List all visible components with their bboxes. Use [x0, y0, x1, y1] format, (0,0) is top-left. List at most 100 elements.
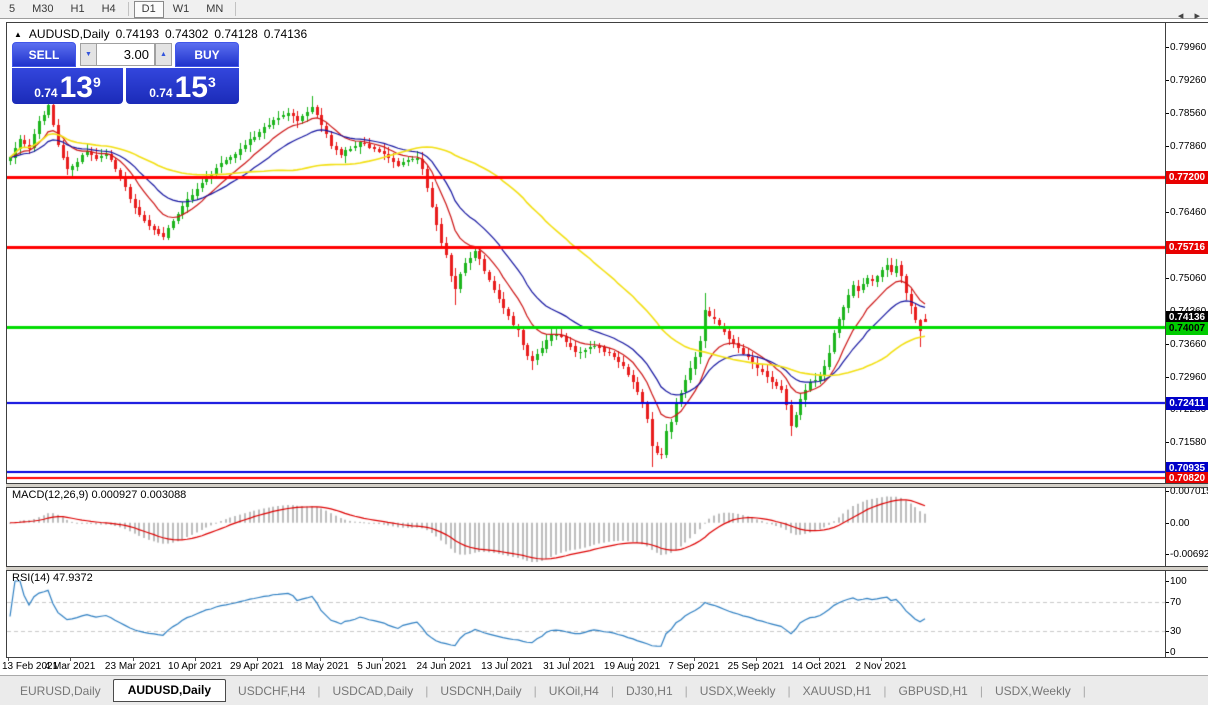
macd-name: MACD(12,26,9)	[12, 489, 89, 501]
sell-price-sup: 9	[92, 74, 101, 90]
buy-button[interactable]: BUY	[175, 42, 239, 67]
macd-tick: 0.00	[1170, 518, 1190, 529]
tab-scroll-arrows: ◂ ▸	[1170, 9, 1200, 22]
price-macd-splitter[interactable]	[6, 483, 1208, 488]
macd-tick-dash	[1166, 554, 1169, 555]
mt4-window: 5 M30 H1 H4 D1 W1 MN ▲ AUDUSD,Daily 0.74193 0.743…	[0, 0, 1208, 705]
date-label: 29 Apr 2021	[230, 661, 284, 672]
chart-symbol-label: AUDUSD,Daily	[28, 27, 110, 41]
chart-tab-dj30-h1[interactable]: DJ30,H1	[614, 681, 685, 701]
price-tick: 0.73660	[1170, 339, 1207, 350]
rsi-tick: 100	[1170, 576, 1187, 587]
price-tick-dash	[1166, 212, 1169, 213]
date-label: 25 Sep 2021	[727, 661, 785, 672]
rsi-tick: 70	[1170, 597, 1182, 608]
macd-tick-dash	[1166, 491, 1169, 492]
date-label: 18 May 2021	[291, 661, 349, 672]
buy-price-box[interactable]: 0.74 15 3	[126, 68, 239, 104]
date-label: 2 Nov 2021	[855, 661, 907, 672]
scroll-tabs-right-icon[interactable]: ▸	[1194, 10, 1200, 22]
date-axis: 13 Feb 2021 4 Mar 2021 23 Mar 2021 10 Apr 2…	[0, 658, 1208, 675]
date-label: 5 Jun 2021	[357, 661, 407, 672]
date-label: 19 Aug 2021	[603, 661, 661, 672]
ohlc-close: 0.74136	[263, 27, 308, 41]
collapse-arrow-icon[interactable]: ▲	[14, 30, 22, 39]
timeframe-button-h4[interactable]: H4	[94, 1, 124, 18]
chart-tab-gbpusd-h1[interactable]: GBPUSD,H1	[886, 681, 979, 701]
timeframe-button-h1[interactable]: H1	[63, 1, 93, 18]
price-tick: 0.76460	[1170, 207, 1207, 218]
volume-decrease-button[interactable]: ▼	[80, 43, 97, 66]
date-label: 23 Mar 2021	[104, 661, 162, 672]
macd-values: 0.000927 0.003088	[91, 489, 187, 501]
macd-tick: -0.006923	[1170, 549, 1208, 560]
date-label: 14 Oct 2021	[791, 661, 847, 672]
hline-badge-0.72411: 0.72411	[1166, 397, 1208, 410]
ohlc-high: 0.74302	[165, 27, 209, 41]
price-tick: 0.79260	[1170, 75, 1207, 86]
ohlc-low: 0.74128	[214, 27, 258, 41]
buy-price-sup: 3	[207, 74, 216, 90]
macd-tick-dash	[1166, 523, 1169, 524]
one-click-trade-panel: SELL ▼ ▲ BUY 0.74 13 9 0.74 15 3	[12, 42, 239, 104]
chart-tab-usdcad-daily[interactable]: USDCAD,Daily	[321, 681, 426, 701]
price-tick-dash	[1166, 344, 1169, 345]
chart-tab-usdx-weekly[interactable]: USDX,Weekly	[688, 681, 788, 701]
price-tick-dash	[1166, 113, 1169, 114]
volume-input[interactable]	[96, 43, 155, 66]
rsi-name: RSI(14)	[12, 572, 50, 584]
timeframe-toolbar: 5 M30 H1 H4 D1 W1 MN	[0, 0, 1208, 19]
rsi-tick: 0	[1170, 647, 1176, 658]
macd-indicator-label: MACD(12,26,9) 0.000927 0.003088	[12, 489, 186, 501]
price-tick-dash	[1166, 377, 1169, 378]
ohlc-open: 0.74193	[115, 27, 159, 41]
chevron-down-icon: ▼	[85, 51, 92, 58]
date-label: 7 Sep 2021	[668, 661, 720, 672]
price-tick: 0.71580	[1170, 437, 1207, 448]
chart-title: ▲ AUDUSD,Daily 0.74193 0.74302 0.74128 0.7413…	[14, 27, 308, 41]
chart-tab-xauusd-h1[interactable]: XAUUSD,H1	[791, 681, 884, 701]
rsi-tick-dash	[1166, 602, 1169, 603]
date-label: 10 Apr 2021	[168, 661, 222, 672]
timeframe-button-m30[interactable]: M30	[24, 1, 61, 18]
timeframe-button-w1[interactable]: W1	[165, 1, 198, 18]
date-label: 13 Jul 2021	[481, 661, 533, 672]
volume-increase-button[interactable]: ▲	[155, 43, 172, 66]
toolbar-separator	[127, 2, 129, 16]
tab-separator: |	[1082, 683, 1086, 698]
sell-price-prefix: 0.74	[34, 86, 58, 100]
chart-tab-usdx-weekly[interactable]: USDX,Weekly	[983, 681, 1083, 701]
chart-tab-usdcnh-daily[interactable]: USDCNH,Daily	[428, 681, 533, 701]
scroll-tabs-left-icon[interactable]: ◂	[1178, 10, 1184, 22]
timeframe-button-d1[interactable]: D1	[133, 0, 164, 18]
chart-tab-audusd-daily[interactable]: AUDUSD,Daily	[112, 679, 227, 702]
sell-button[interactable]: SELL	[12, 42, 76, 67]
price-tick: 0.79960	[1170, 42, 1207, 53]
rsi-value: 47.9372	[52, 572, 93, 584]
sell-price-big: 13	[59, 71, 93, 104]
price-tick: 0.72960	[1170, 372, 1207, 383]
date-label: 24 Jun 2021	[416, 661, 472, 672]
toolbar-separator	[235, 2, 237, 16]
rsi-tick: 30	[1170, 626, 1182, 637]
price-tick-dash	[1166, 47, 1169, 48]
macd-rsi-splitter[interactable]	[6, 566, 1208, 571]
timeframe-button-mn[interactable]: MN	[198, 1, 231, 18]
chart-tab-usdchf-h4[interactable]: USDCHF,H4	[226, 681, 317, 701]
timeframe-button-5[interactable]: 5	[1, 1, 23, 18]
chart-tab-ukoil-h4[interactable]: UKOil,H4	[537, 681, 611, 701]
price-tick: 0.78560	[1170, 108, 1207, 119]
price-tick-dash	[1166, 80, 1169, 81]
chart-tab-eurusd-daily[interactable]: EURUSD,Daily	[8, 681, 113, 701]
rsi-indicator-label: RSI(14) 47.9372	[12, 572, 93, 584]
hline-badge-0.77200: 0.77200	[1166, 171, 1208, 184]
rsi-panel-canvas[interactable]	[7, 571, 1165, 657]
price-tick-dash	[1166, 278, 1169, 279]
hline-badge-0.74007: 0.74007	[1166, 322, 1208, 335]
price-tick: 0.75060	[1170, 273, 1207, 284]
date-label: 4 Mar 2021	[44, 661, 96, 672]
sell-price-box[interactable]: 0.74 13 9	[12, 68, 123, 104]
price-tick: 0.77860	[1170, 141, 1207, 152]
date-label: 31 Jul 2021	[543, 661, 595, 672]
buy-price-prefix: 0.74	[149, 86, 173, 100]
